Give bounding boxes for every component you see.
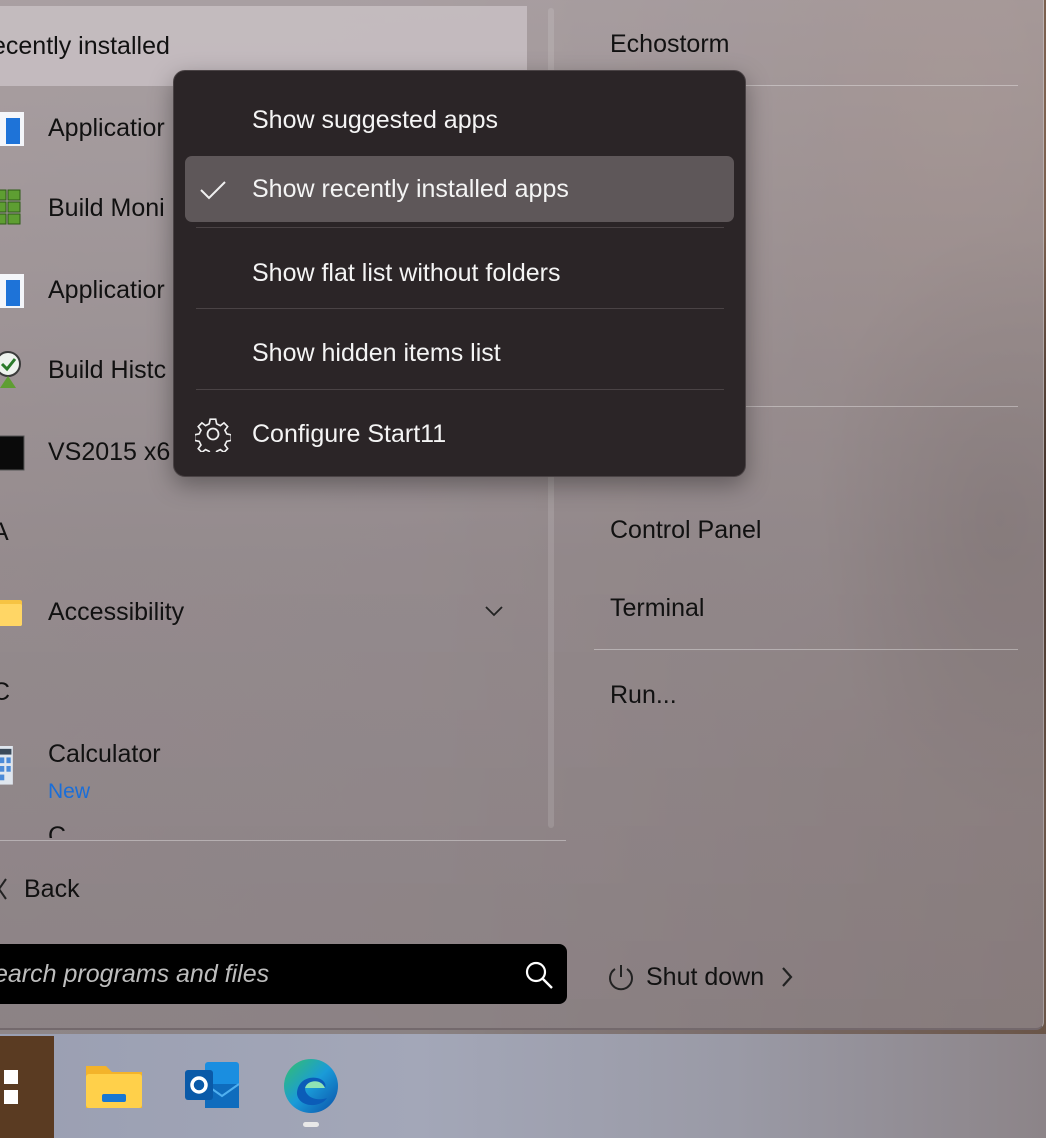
taskbar-active-indicator (303, 1122, 319, 1127)
menu-separator (196, 227, 724, 228)
menu-item-label: Show hidden items list (252, 338, 501, 367)
search-input[interactable] (0, 954, 494, 994)
app-label: Applicatior (48, 113, 165, 142)
chevron-down-icon[interactable] (484, 604, 504, 618)
context-menu: Show suggested apps Show recently instal… (173, 70, 746, 477)
application-window-icon (0, 112, 24, 146)
chevron-right-icon[interactable] (780, 965, 794, 989)
group-letter-c[interactable]: C (0, 678, 10, 707)
menu-item-show-flat-list[interactable]: Show flat list without folders (185, 240, 734, 306)
search-bar[interactable] (0, 944, 567, 1004)
console-icon (0, 435, 25, 471)
app-label: Build Moni (48, 193, 165, 222)
folder-item-accessibility[interactable]: Accessibility (0, 572, 527, 652)
left-divider (0, 840, 566, 841)
right-item-echostorm[interactable]: Echostorm (610, 30, 729, 59)
shutdown-button[interactable]: Shut down (606, 955, 794, 999)
section-header-label: ecently installed (0, 31, 170, 60)
partial-list-item: C (48, 822, 67, 838)
right-item-terminal[interactable]: Terminal (610, 594, 704, 623)
chevron-left-icon (0, 878, 7, 900)
power-icon (609, 965, 633, 991)
right-divider (594, 649, 1018, 650)
gear-icon (195, 418, 231, 452)
shutdown-label: Shut down (646, 962, 765, 991)
menu-item-label: Show recently installed apps (252, 174, 569, 203)
file-explorer-icon[interactable] (84, 1056, 144, 1116)
checkmark-icon (200, 181, 226, 200)
right-item-control-panel[interactable]: Control Panel (610, 516, 761, 545)
app-label: Calculator (48, 740, 161, 768)
taskbar (0, 1034, 1046, 1138)
app-item-calculator[interactable]: Calculator New (0, 732, 527, 822)
menu-item-show-hidden-items[interactable]: Show hidden items list (185, 320, 734, 386)
app-label: Applicatior (48, 275, 165, 304)
group-letter-a[interactable]: A (0, 518, 9, 547)
edge-icon[interactable] (281, 1056, 341, 1116)
calculator-icon (0, 746, 13, 785)
menu-item-show-recently-installed-apps[interactable]: Show recently installed apps (185, 156, 734, 222)
search-icon[interactable] (524, 960, 554, 990)
app-label: Accessibility (48, 597, 185, 626)
menu-separator (196, 308, 724, 309)
outlook-icon[interactable] (183, 1056, 243, 1116)
menu-item-configure-start11[interactable]: Configure Start11 (185, 401, 734, 467)
menu-item-show-suggested-apps[interactable]: Show suggested apps (185, 87, 734, 153)
new-badge: New (48, 780, 91, 803)
app-label: Build Histc (48, 355, 167, 384)
right-item-run[interactable]: Run... (610, 681, 677, 710)
folder-icon (0, 600, 22, 626)
application-window-icon (0, 274, 24, 308)
menu-item-label: Show flat list without folders (252, 258, 561, 287)
menu-item-label: Show suggested apps (252, 105, 499, 134)
menu-separator (196, 389, 724, 390)
menu-item-label: Configure Start11 (252, 419, 447, 448)
build-history-icon (0, 351, 21, 388)
windows-start-icon[interactable] (0, 1036, 54, 1138)
back-label: Back (24, 874, 80, 903)
build-monitor-icon (0, 189, 21, 225)
app-label: VS2015 x6 (48, 437, 171, 466)
